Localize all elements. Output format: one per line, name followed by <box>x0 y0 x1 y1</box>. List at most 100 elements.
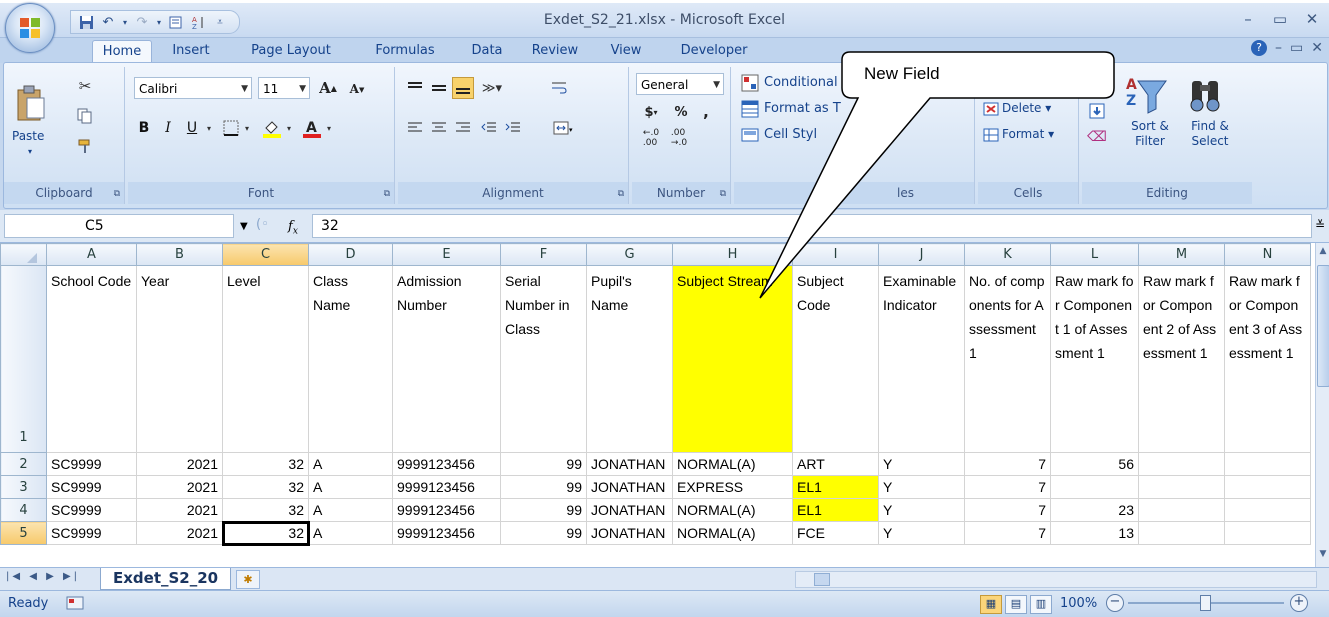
tab-formulas[interactable]: Formulas <box>360 40 450 62</box>
column-header-i[interactable]: I <box>792 243 879 266</box>
comma-style-icon[interactable]: , <box>696 101 716 123</box>
table-cell[interactable] <box>1224 521 1311 545</box>
zoom-in-icon[interactable]: + <box>1290 594 1308 612</box>
tab-view[interactable]: View <box>598 40 654 62</box>
sheet-navigation-icons[interactable]: |◀ ◀ ▶ ▶| <box>6 571 80 582</box>
table-cell[interactable] <box>1224 452 1311 476</box>
borders-dropdown-icon[interactable]: ▾ <box>242 117 252 139</box>
table-cell[interactable]: SC9999 <box>46 498 137 522</box>
paste-icon[interactable] <box>12 81 50 125</box>
decrease-decimal-icon[interactable]: .00 →.0 <box>666 127 692 149</box>
cell-c1[interactable]: Level <box>222 265 309 453</box>
cell-l1[interactable]: Raw mark for Component 1 of Assessment 1 <box>1050 265 1139 453</box>
zoom-level[interactable]: 100% <box>1060 596 1097 611</box>
table-cell[interactable]: EL1 <box>792 498 879 522</box>
increase-decimal-icon[interactable]: ←.0.00 <box>638 127 664 149</box>
table-cell[interactable]: Y <box>878 498 965 522</box>
scroll-up-icon[interactable]: ▲ <box>1316 246 1329 262</box>
column-header-e[interactable]: E <box>392 243 501 266</box>
row-header[interactable]: 4 <box>0 498 47 522</box>
cell-d1[interactable]: Class Name <box>308 265 393 453</box>
wrap-text-icon[interactable] <box>548 77 570 99</box>
table-cell[interactable]: EL1 <box>792 475 879 499</box>
doc-minimize-icon[interactable]: – <box>1275 40 1282 56</box>
alignment-launcher-icon[interactable]: ⧉ <box>618 189 624 199</box>
minimize-icon[interactable]: – <box>1237 9 1259 29</box>
tab-home[interactable]: Home <box>92 40 152 63</box>
delete-cells-button[interactable]: Delete ▾ <box>1002 101 1051 115</box>
table-cell[interactable]: 9999123456 <box>392 452 501 476</box>
table-cell[interactable] <box>1138 452 1225 476</box>
cell-j1[interactable]: Examinable Indicator <box>878 265 965 453</box>
column-header-l[interactable]: L <box>1050 243 1139 266</box>
help-icon[interactable]: ? <box>1251 40 1268 56</box>
align-left-icon[interactable] <box>404 117 426 139</box>
cell-g1[interactable]: Pupil's Name <box>586 265 673 453</box>
insert-sheet-icon[interactable]: ✱ <box>236 570 260 589</box>
table-cell[interactable]: 2021 <box>136 521 223 545</box>
table-cell[interactable]: NORMAL(A) <box>672 521 793 545</box>
cell-k1[interactable]: No. of components for Assessment 1 <box>964 265 1051 453</box>
currency-icon[interactable]: $ ▾ <box>638 101 664 123</box>
column-header-n[interactable]: N <box>1224 243 1311 266</box>
select-all-corner[interactable] <box>0 243 47 266</box>
horizontal-scrollbar[interactable] <box>795 571 1317 588</box>
format-painter-icon[interactable] <box>76 137 94 155</box>
table-cell[interactable]: Y <box>878 475 965 499</box>
table-cell[interactable]: SC9999 <box>46 521 137 545</box>
doc-close-icon[interactable]: ✕ <box>1311 40 1323 56</box>
table-cell[interactable] <box>1138 521 1225 545</box>
format-cells-button[interactable]: Format ▾ <box>1002 127 1054 141</box>
table-cell[interactable]: JONATHAN <box>586 475 673 499</box>
cell-h1[interactable]: Subject Stream <box>672 265 793 453</box>
underline-icon[interactable]: U <box>182 117 202 139</box>
vertical-scroll-thumb[interactable] <box>1317 265 1329 387</box>
font-color-icon[interactable]: A <box>300 117 324 139</box>
table-cell[interactable] <box>1138 498 1225 522</box>
table-cell[interactable]: NORMAL(A) <box>672 498 793 522</box>
horizontal-scroll-thumb[interactable] <box>814 573 830 586</box>
table-cell[interactable]: A <box>308 452 393 476</box>
zoom-out-icon[interactable]: − <box>1106 594 1124 612</box>
tab-review[interactable]: Review <box>522 40 588 62</box>
table-cell[interactable]: Y <box>878 521 965 545</box>
font-size-box[interactable]: 11 ▼ <box>258 77 310 99</box>
table-cell[interactable]: 7 <box>964 452 1051 476</box>
cell-f1[interactable]: Serial Number in Class <box>500 265 587 453</box>
table-cell[interactable]: NORMAL(A) <box>672 452 793 476</box>
tab-page-layout[interactable]: Page Layout <box>236 40 346 62</box>
format-as-table-icon[interactable] <box>740 99 760 119</box>
align-bottom-icon[interactable] <box>452 77 474 99</box>
conditional-formatting-icon[interactable] <box>740 73 760 93</box>
page-layout-view-icon[interactable]: ▤ <box>1005 595 1027 614</box>
table-cell[interactable]: 9999123456 <box>392 475 501 499</box>
table-cell[interactable]: 2021 <box>136 452 223 476</box>
insert-cells-button[interactable]: Insert ▾ <box>1002 75 1046 89</box>
table-cell[interactable]: EXPRESS <box>672 475 793 499</box>
orientation-icon[interactable]: ≫▾ <box>478 77 506 99</box>
bold-icon[interactable]: B <box>134 117 154 139</box>
fill-color-icon[interactable] <box>260 117 284 139</box>
cell-i1[interactable]: Subject Code <box>792 265 879 453</box>
align-top-icon[interactable] <box>404 77 426 99</box>
cell-styles-icon[interactable] <box>740 125 760 145</box>
column-header-m[interactable]: M <box>1138 243 1225 266</box>
column-header-j[interactable]: J <box>878 243 965 266</box>
table-cell[interactable]: 2021 <box>136 475 223 499</box>
number-launcher-icon[interactable]: ⧉ <box>720 189 726 199</box>
font-name-box[interactable]: Calibri ▼ <box>134 77 252 99</box>
table-cell[interactable] <box>1224 475 1311 499</box>
formula-bar-resize-icon[interactable]: (◦ <box>256 217 269 232</box>
table-cell[interactable]: A <box>308 498 393 522</box>
table-cell[interactable]: 32 <box>222 498 309 522</box>
table-cell[interactable]: 99 <box>500 475 587 499</box>
macro-recording-icon[interactable] <box>66 595 84 611</box>
table-cell[interactable]: SC9999 <box>46 452 137 476</box>
delete-cells-icon[interactable] <box>982 101 1000 117</box>
table-cell[interactable] <box>1138 475 1225 499</box>
table-cell[interactable]: 7 <box>964 521 1051 545</box>
table-cell[interactable]: 7 <box>964 475 1051 499</box>
close-icon[interactable]: ✕ <box>1301 9 1323 29</box>
number-format-dropdown-icon[interactable]: ▼ <box>713 74 720 96</box>
paste-dropdown-icon[interactable]: ▾ <box>28 147 32 156</box>
